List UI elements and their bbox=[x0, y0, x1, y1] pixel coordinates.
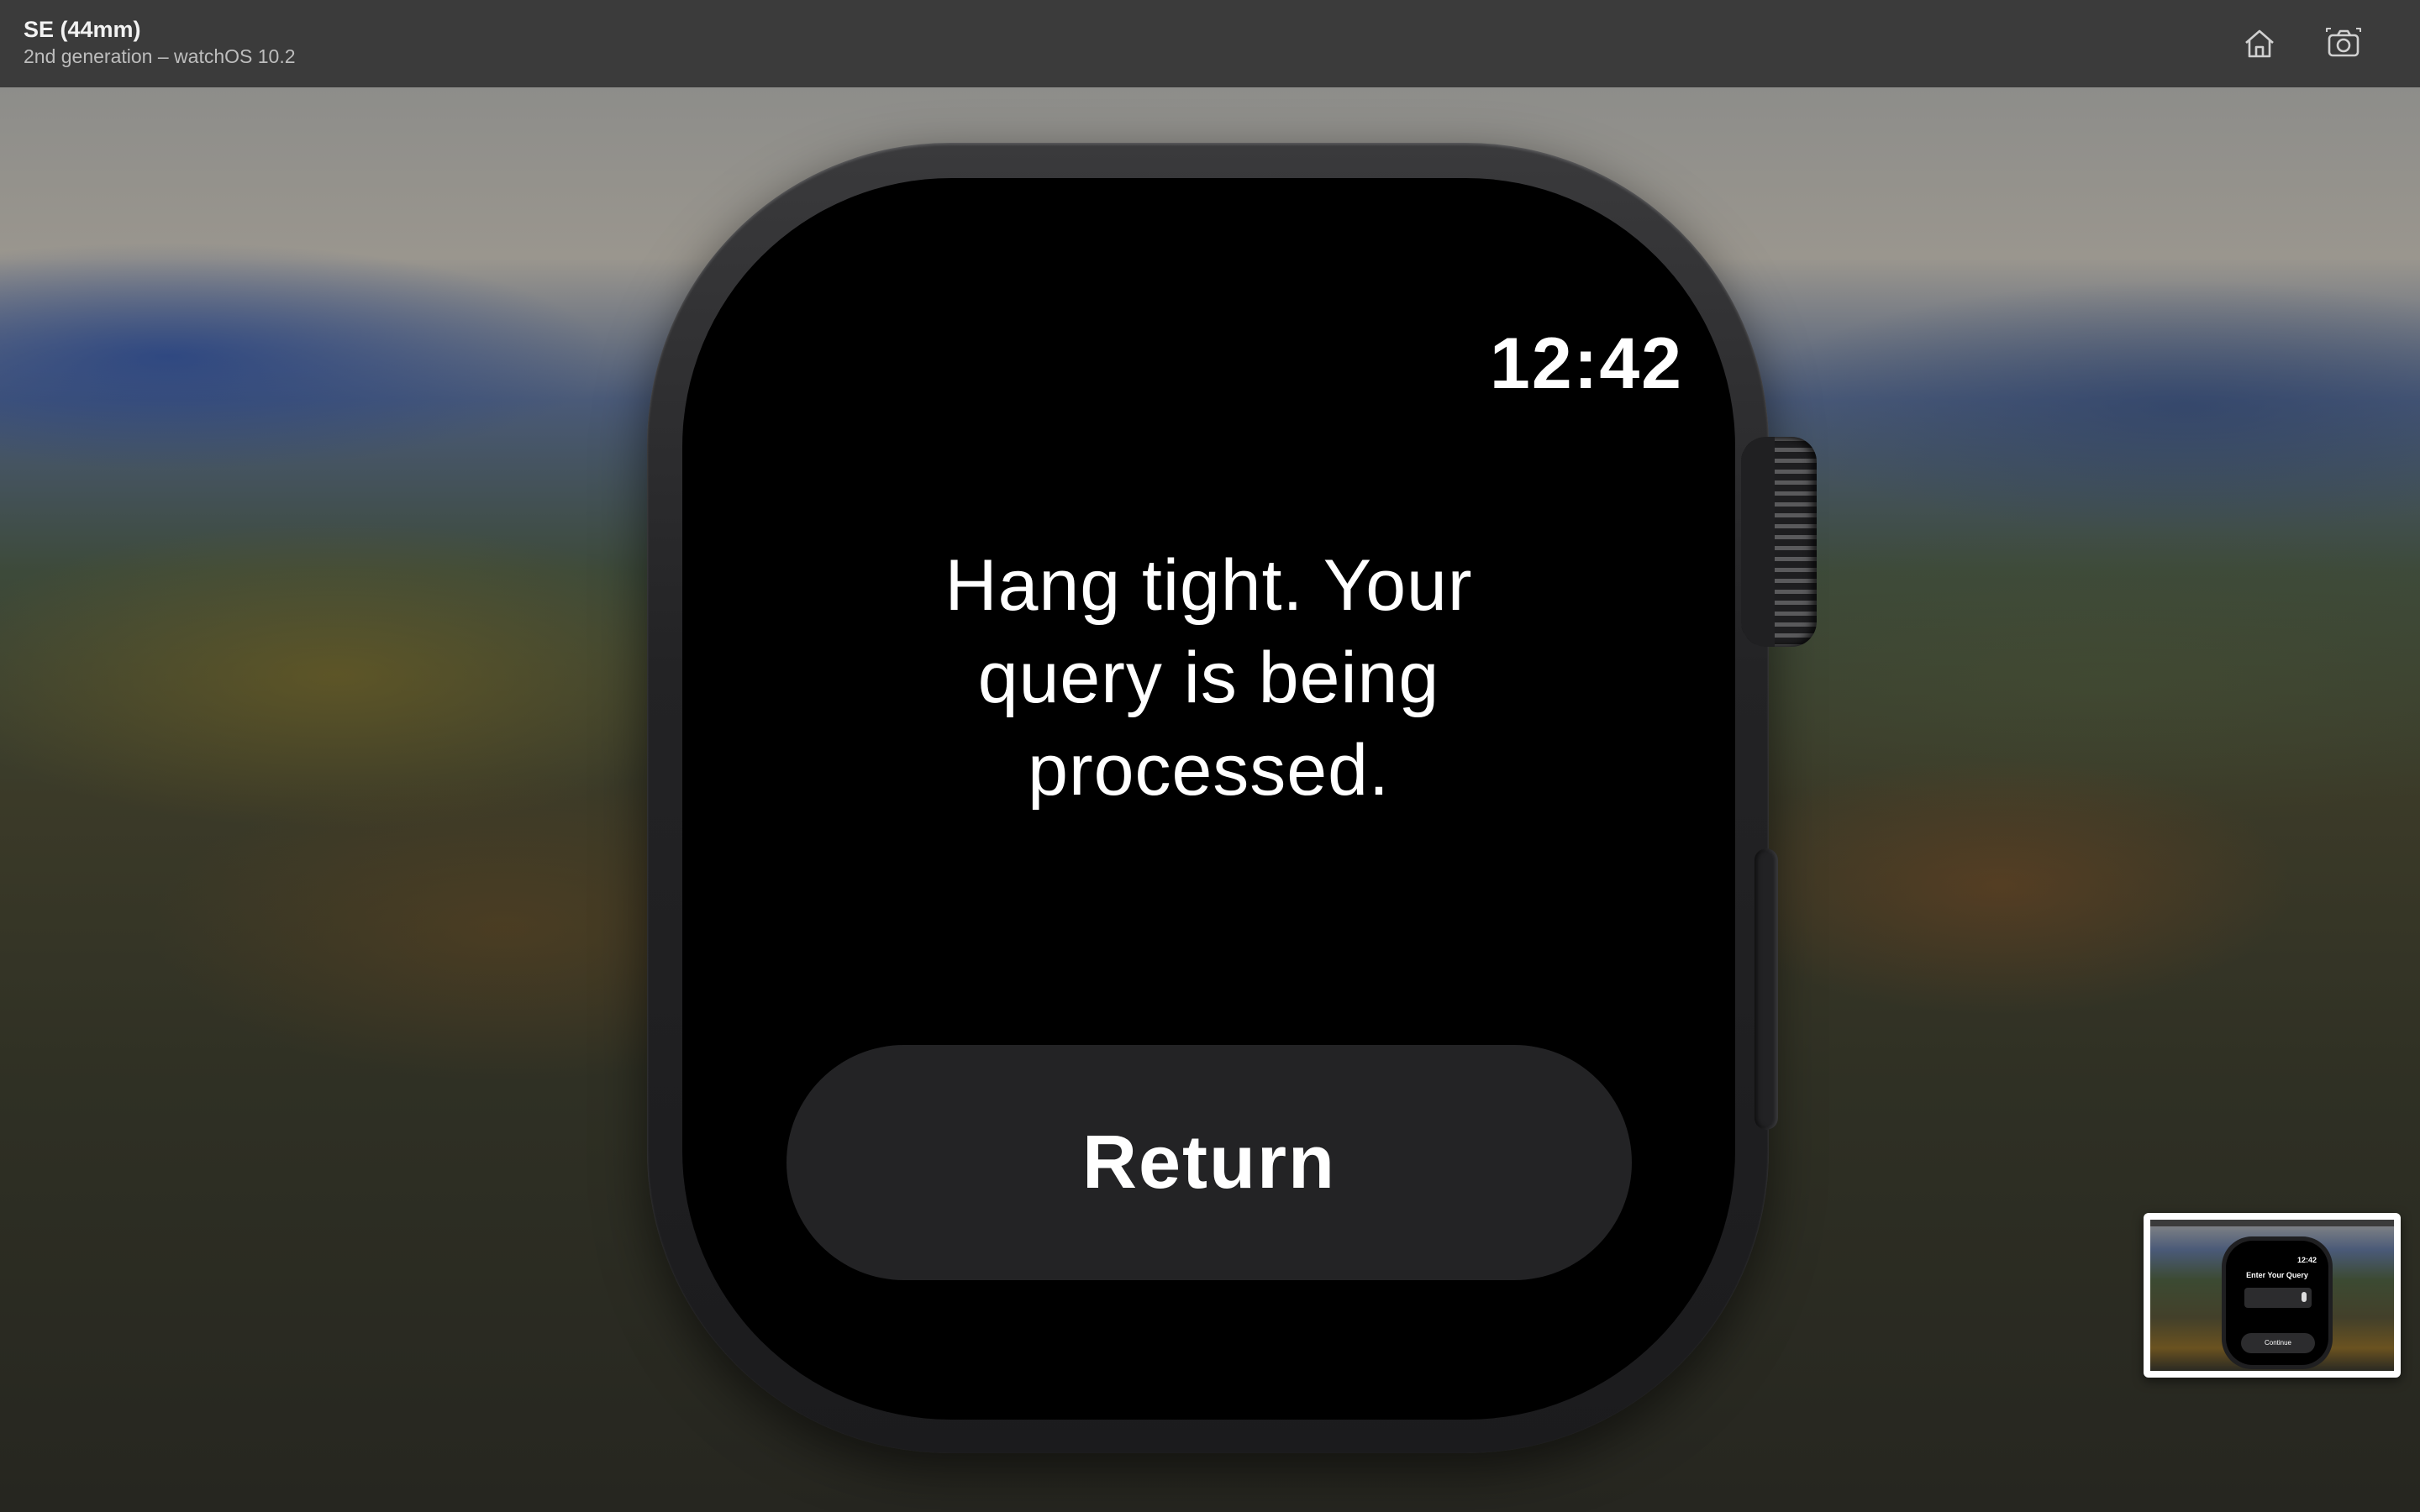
watch-time: 12:42 bbox=[1490, 323, 1683, 404]
thumbnail-watch: 12:42 Enter Your Query Continue bbox=[2222, 1236, 2333, 1369]
home-button[interactable] bbox=[2236, 20, 2283, 67]
device-name: SE (44mm) bbox=[24, 17, 141, 42]
thumbnail-watch-screen: 12:42 Enter Your Query Continue bbox=[2226, 1241, 2328, 1365]
thumbnail-titlebar bbox=[2150, 1220, 2394, 1226]
return-button[interactable]: Return bbox=[786, 1045, 1632, 1280]
thumbnail-query-field bbox=[2244, 1288, 2312, 1308]
processing-message: Hang tight. Your query is being processe… bbox=[944, 545, 1473, 811]
simulator-titlebar: SE (44mm) 2nd generation – watchOS 10.2 bbox=[0, 0, 2420, 88]
device-subtitle: 2nd generation – watchOS 10.2 bbox=[24, 45, 296, 67]
thumbnail-preview: 12:42 Enter Your Query Continue bbox=[2150, 1220, 2394, 1371]
side-button[interactable] bbox=[1754, 848, 1778, 1130]
screenshot-thumbnail[interactable]: 12:42 Enter Your Query Continue bbox=[2144, 1213, 2401, 1378]
thumbnail-time: 12:42 bbox=[2296, 1256, 2317, 1264]
microphone-icon bbox=[2302, 1292, 2307, 1302]
thumbnail-title: Enter Your Query bbox=[2246, 1271, 2308, 1279]
watch-screen: 12:42 Hang tight. Your query is being pr… bbox=[682, 178, 1735, 1420]
camera-icon bbox=[2326, 28, 2361, 57]
screenshot-button[interactable] bbox=[2320, 20, 2367, 67]
home-icon bbox=[2245, 29, 2274, 58]
digital-crown[interactable] bbox=[1741, 437, 1817, 647]
thumbnail-continue-button: Continue bbox=[2241, 1333, 2315, 1353]
